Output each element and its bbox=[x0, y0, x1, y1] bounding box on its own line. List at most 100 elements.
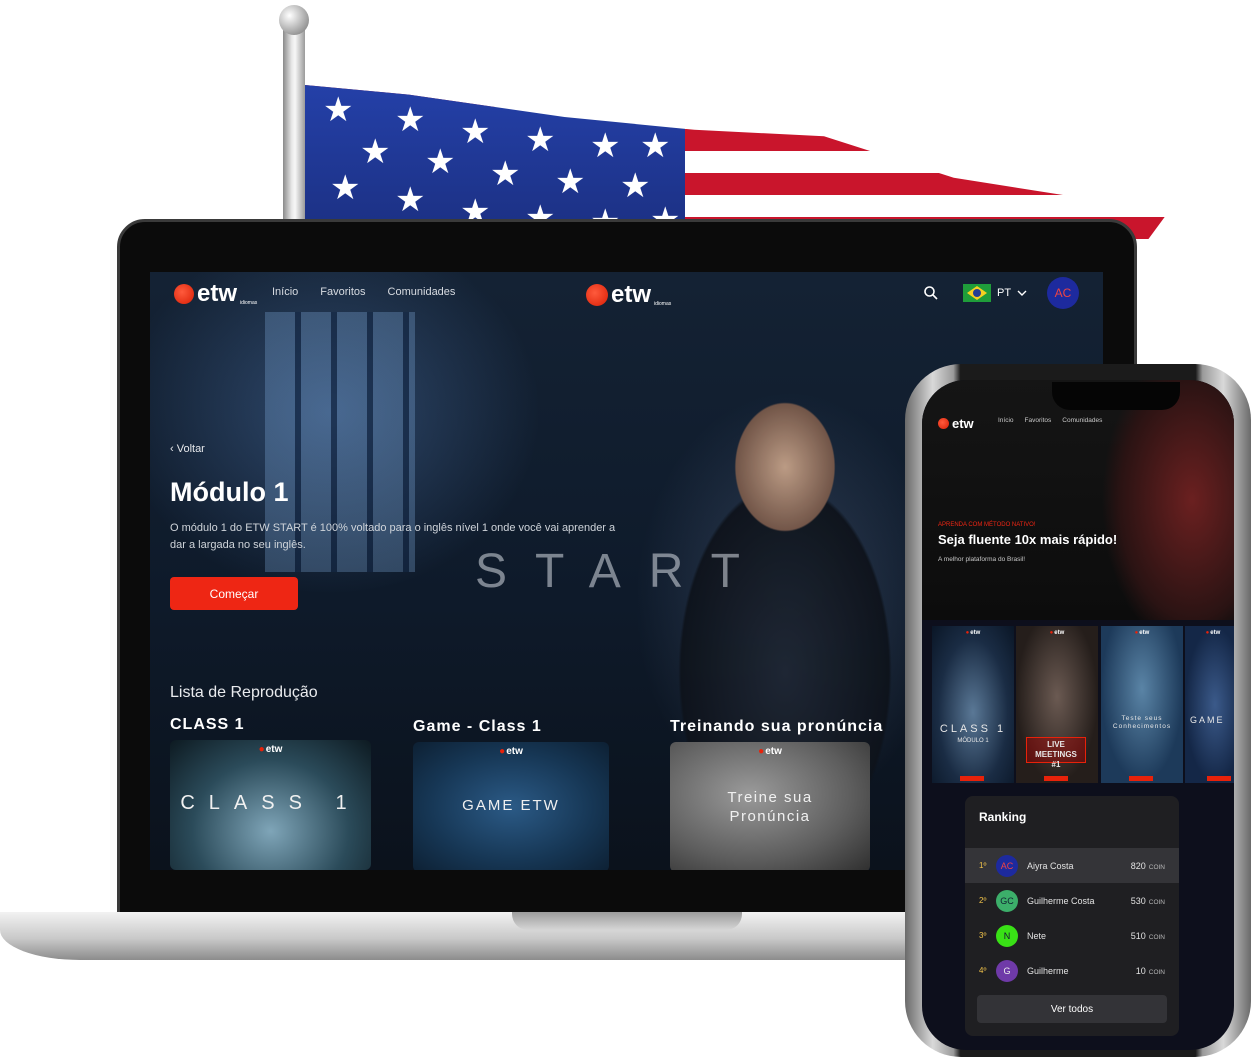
desktop-logo-text: etw bbox=[197, 280, 238, 307]
rank-name: Aiyra Costa bbox=[1027, 860, 1074, 871]
card-logo: etw bbox=[259, 744, 283, 755]
nav-comunidades[interactable]: Comunidades bbox=[388, 286, 456, 298]
mobile-logo-text: etw bbox=[952, 416, 974, 431]
rank-avatar: GC bbox=[996, 889, 1018, 912]
mobile-card-teste[interactable]: etw Teste seus Conhecimentos bbox=[1101, 626, 1183, 783]
rank-position: 3º bbox=[979, 931, 987, 940]
rank-coins: 10 COIN bbox=[1136, 966, 1165, 976]
rank-coin-value: 510 bbox=[1130, 930, 1146, 941]
ranking-row[interactable]: 3º N Nete 510 COIN bbox=[965, 918, 1179, 953]
flag-star-icon: ★ bbox=[555, 163, 586, 201]
search-icon[interactable] bbox=[923, 285, 939, 301]
start-button[interactable]: Começar bbox=[170, 577, 298, 610]
mobile-logo[interactable]: etw bbox=[938, 416, 974, 431]
desktop-logo-sub: idiomas bbox=[240, 300, 258, 306]
card-logo: etw bbox=[1206, 630, 1220, 636]
desktop-logo[interactable]: etw idiomas bbox=[174, 280, 257, 308]
rank-coin-unit: COIN bbox=[1148, 898, 1165, 906]
mobile-nav-comunidades[interactable]: Comunidades bbox=[1062, 417, 1102, 424]
mobile-nav-links: Início Favoritos Comunidades bbox=[998, 417, 1102, 424]
rank-name: Guilherme Costa bbox=[1027, 895, 1095, 906]
card-badge bbox=[1129, 776, 1153, 781]
language-code: PT bbox=[997, 287, 1012, 299]
rank-avatar: G bbox=[996, 959, 1018, 982]
card-title: Game - Class 1 bbox=[413, 718, 542, 735]
rank-name: Nete bbox=[1027, 930, 1047, 941]
rank-coin-value: 530 bbox=[1130, 895, 1146, 906]
language-selector[interactable]: PT bbox=[963, 284, 1027, 302]
flag-star-icon: ★ bbox=[525, 121, 556, 159]
rank-coin-unit: COIN bbox=[1148, 933, 1165, 941]
playlist-card-pronuncia[interactable]: etw Treine sua Pronúncia bbox=[670, 742, 870, 870]
rank-position: 4º bbox=[979, 966, 987, 975]
desktop-nav-links: Início Favoritos Comunidades bbox=[272, 286, 455, 298]
card-logo: etw bbox=[758, 746, 782, 757]
mobile-kicker: APRENDA COM MÉTODO NATIVO! bbox=[938, 522, 1036, 528]
flag-star-icon: ★ bbox=[323, 91, 354, 129]
mobile-card-sub: MÓDULO 1 bbox=[957, 738, 989, 744]
ranking-row[interactable]: 1º AC Aiyra Costa 820 COIN bbox=[965, 848, 1179, 883]
laptop-notch bbox=[512, 912, 742, 930]
flag-star-icon: ★ bbox=[460, 113, 491, 151]
flag-star-icon: ★ bbox=[330, 169, 361, 207]
card-badge bbox=[1044, 776, 1068, 781]
mobile-screen: etw Início Favoritos Comunidades APRENDA… bbox=[922, 380, 1234, 1050]
ranking-row[interactable]: 4º G Guilherme 10 COIN bbox=[965, 953, 1179, 988]
brazil-flag-icon bbox=[963, 284, 991, 302]
flag-star-icon: ★ bbox=[395, 181, 426, 219]
mobile-card-label: LIVE MEETINGS #1 bbox=[1035, 740, 1077, 769]
mobile-card-label: CLASS 1 bbox=[939, 723, 1007, 735]
see-all-button[interactable]: Ver todos bbox=[977, 995, 1167, 1023]
mobile-nav-inicio[interactable]: Início bbox=[998, 417, 1014, 424]
flag-star-icon: ★ bbox=[425, 143, 456, 181]
mobile-headline: Seja fluente 10x mais rápido! bbox=[938, 532, 1118, 547]
card-title: Treinando sua pronúncia bbox=[670, 718, 884, 735]
card-title: CLASS 1 bbox=[170, 716, 245, 733]
rank-coin-value: 10 bbox=[1135, 965, 1146, 976]
mobile-card-label: Teste seus Conhecimentos bbox=[1112, 715, 1172, 730]
globe-icon bbox=[586, 284, 608, 306]
mobile-subtitle: A melhor plataforma do Brasil! bbox=[938, 556, 1026, 563]
flag-star-icon: ★ bbox=[360, 133, 391, 171]
rank-coins: 820 COIN bbox=[1131, 861, 1165, 871]
ranking-row[interactable]: 2º GC Guilherme Costa 530 COIN bbox=[965, 883, 1179, 918]
flag-star-icon: ★ bbox=[395, 101, 426, 139]
card-logo: etw bbox=[1135, 630, 1149, 636]
mobile-nav-favoritos[interactable]: Favoritos bbox=[1025, 417, 1052, 424]
center-logo: etw idiomas bbox=[586, 281, 671, 309]
live-meetings-box: LIVE MEETINGS #1 bbox=[1026, 737, 1086, 769]
globe-icon bbox=[938, 418, 949, 429]
rank-avatar: AC bbox=[996, 854, 1018, 877]
nav-favoritos[interactable]: Favoritos bbox=[320, 286, 365, 298]
ranking-title: Ranking bbox=[979, 810, 1027, 824]
desktop-navbar: etw idiomas Início Favoritos Comunidades… bbox=[150, 272, 1103, 316]
rank-name: Guilherme bbox=[1027, 965, 1069, 976]
card-badge bbox=[1207, 776, 1231, 781]
rank-coin-unit: COIN bbox=[1148, 863, 1165, 871]
playlist-card-class-1[interactable]: etw CLASS 1 bbox=[170, 740, 371, 870]
flag-star-icon: ★ bbox=[640, 127, 671, 165]
ranking-panel: Ranking 1º AC Aiyra Costa 820 COIN 2º GC … bbox=[965, 796, 1179, 1036]
rank-coins: 510 COIN bbox=[1131, 931, 1165, 941]
mobile-card-game[interactable]: etw GAME bbox=[1185, 626, 1234, 783]
mobile-card-live[interactable]: etw LIVE MEETINGS #1 bbox=[1016, 626, 1098, 783]
card-logo: etw bbox=[1050, 630, 1064, 636]
flag-star-icon: ★ bbox=[490, 155, 521, 193]
globe-icon bbox=[174, 284, 194, 304]
flagpole-ball bbox=[279, 5, 309, 35]
back-link[interactable]: ‹ Voltar bbox=[170, 443, 205, 455]
playlist-card-game[interactable]: etw GAME ETW bbox=[413, 742, 609, 870]
mobile-card-class-1[interactable]: etw CLASS 1 MÓDULO 1 bbox=[932, 626, 1014, 783]
hero-title: Módulo 1 bbox=[170, 477, 289, 507]
phone-notch bbox=[1052, 382, 1180, 410]
flagpole bbox=[283, 20, 305, 230]
rank-coin-unit: COIN bbox=[1148, 968, 1165, 976]
center-logo-sub: idiomas bbox=[654, 301, 672, 307]
nav-inicio[interactable]: Início bbox=[272, 286, 298, 298]
playlist-title: Lista de Reprodução bbox=[170, 684, 318, 701]
card-thumb-label: GAME ETW bbox=[462, 797, 560, 814]
card-thumb-label: Treine sua Pronúncia bbox=[727, 789, 813, 825]
mobile-card-label: GAME bbox=[1190, 715, 1225, 725]
user-avatar[interactable]: AC bbox=[1047, 277, 1079, 309]
card-logo: etw bbox=[499, 746, 523, 757]
